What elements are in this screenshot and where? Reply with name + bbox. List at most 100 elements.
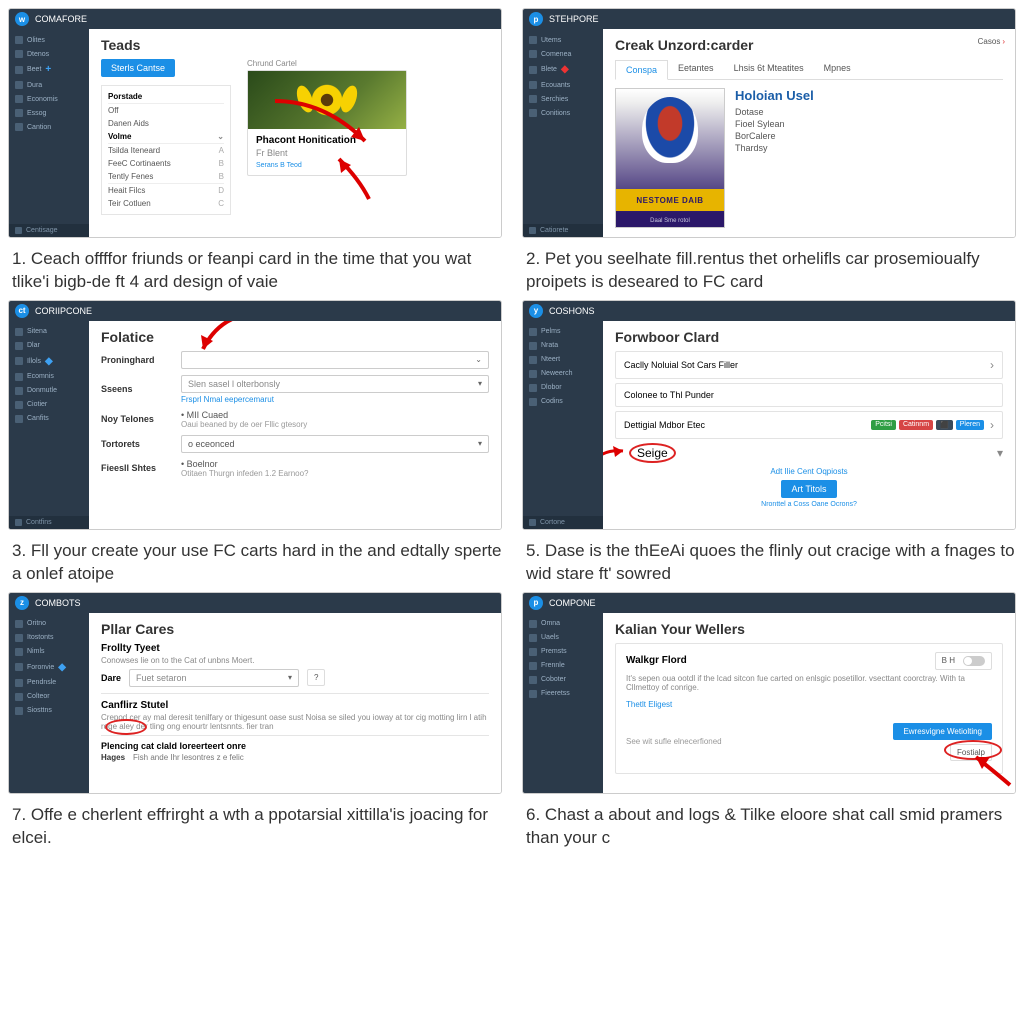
select-input[interactable]: o eceonced▾	[181, 435, 489, 453]
page-title: Creak Unzord:carder	[615, 37, 1003, 53]
sidebar-item[interactable]: Coboter	[523, 673, 603, 687]
step-caption: 7. Offe e cherlent effrirght a wth a ppo…	[8, 800, 502, 850]
brand-logo-icon: y	[529, 304, 543, 318]
page-title: Folatice	[101, 329, 489, 345]
face-graphic-icon	[642, 97, 698, 163]
sidebar-item[interactable]: Premsts	[523, 645, 603, 659]
sidebar-item[interactable]: Nteert	[523, 353, 603, 367]
menu-icon	[15, 95, 23, 103]
menu-icon	[15, 81, 23, 89]
plus-icon: ◆	[45, 356, 53, 367]
primary-button[interactable]: Ewresvigne Wetiolting	[893, 723, 992, 740]
chevron-down-icon: ▾	[288, 673, 292, 682]
primary-action-button[interactable]: Art Titols	[781, 480, 836, 498]
brand-name: COSHONS	[549, 306, 595, 316]
sidebar-item[interactable]: Nimls	[9, 645, 89, 659]
sidebar-item[interactable]: Dtenos	[9, 47, 89, 61]
preview-card[interactable]: Phacont Honitication Fr Blent Serans B T…	[247, 70, 407, 176]
sidebar-item[interactable]: Pendnsle	[9, 676, 89, 690]
date-select[interactable]: Fuet setaron▾	[129, 669, 299, 687]
sidebar-item[interactable]: Cantion	[9, 120, 89, 134]
select-input[interactable]: Slen sasel l olterbonsly▾	[181, 375, 489, 393]
card-link[interactable]: Thetlt Eligest	[626, 700, 992, 709]
sidebar-item[interactable]: Olites	[9, 33, 89, 47]
tab[interactable]: Lhsis 6t Mteatites	[724, 59, 814, 79]
list-row[interactable]: Dettigial Mdbor Etec Pcitsi Catinnm ⬛ Pl…	[615, 411, 1003, 439]
chevron-right-icon: ›	[990, 418, 994, 432]
sidebar-item[interactable]: Uaels	[523, 631, 603, 645]
select-input[interactable]: ⌄	[181, 351, 489, 369]
sidebar-item[interactable]: Frennle	[523, 659, 603, 673]
sidebar-item[interactable]: Omna	[523, 617, 603, 631]
card-body-text: It's sepen oua ootdl if the lcad sitcon …	[626, 674, 992, 692]
sidebar-item[interactable]: Nrata	[523, 339, 603, 353]
sidebar-item[interactable]: Itostonts	[9, 631, 89, 645]
sidebar-item[interactable]: Illols◆	[9, 353, 89, 370]
brand-logo-icon: p	[529, 12, 543, 26]
plus-icon: ◆	[561, 64, 569, 75]
sidebar-footer[interactable]: Catiorete	[523, 224, 603, 237]
sidebar-item[interactable]: Oritno	[9, 617, 89, 631]
create-button[interactable]: Sterls Cantse	[101, 59, 175, 77]
toggle[interactable]: B H	[935, 652, 992, 670]
sidebar-item[interactable]: Dlar	[9, 339, 89, 353]
sidebar-item[interactable]: Essog	[9, 106, 89, 120]
corner-link[interactable]: Casos›	[978, 37, 1005, 46]
annotation-circle-icon	[944, 740, 1002, 760]
circled-label[interactable]: Seige	[629, 443, 676, 463]
page-title: Forwboor Clard	[615, 329, 1003, 345]
field-hint: Frsprl Nmal eepercemarut	[181, 395, 489, 404]
sidebar-item[interactable]: Siosttns	[9, 704, 89, 718]
helper-box[interactable]: ?	[307, 669, 325, 686]
section-subtitle: Frollty Tyeet	[101, 643, 489, 654]
sidebar-item[interactable]: Blete◆	[523, 61, 603, 78]
tab[interactable]: Conspa	[615, 60, 668, 80]
chevron-down-icon: ▾	[478, 379, 482, 388]
card-subtitle: Fr Blent	[256, 148, 398, 158]
sidebar-footer[interactable]: Cortone	[523, 516, 603, 529]
sidebar-item[interactable]: Conitions	[523, 106, 603, 120]
sidebar-item[interactable]: Economis	[9, 92, 89, 106]
footer-link[interactable]: Nronttel a Coss Oane Ocrons?	[615, 501, 1003, 508]
step-caption: 6. Chast a about and logs & Tilke eloore…	[522, 800, 1016, 850]
sidebar-item[interactable]: Ecouants	[523, 78, 603, 92]
sidebar-item[interactable]: Neweerch	[523, 367, 603, 381]
sidebar-item[interactable]: Utems	[523, 33, 603, 47]
sidebar: Olites Dtenos Beet+ Dura Economis Essog …	[9, 29, 89, 237]
card-image	[248, 71, 406, 129]
sidebar-item[interactable]: Fieeretss	[523, 687, 603, 701]
sidebar-item[interactable]: Sitena	[9, 325, 89, 339]
sidebar-footer[interactable]: Contfins	[9, 516, 89, 529]
sidebar-item[interactable]: Dura	[9, 78, 89, 92]
topbar: p STEHPORE	[523, 9, 1015, 29]
sidebar-item[interactable]: Dlobor	[523, 381, 603, 395]
poster-band: NESTOME DAIB	[616, 189, 724, 211]
sidebar-item[interactable]: Ecomnis	[9, 370, 89, 384]
topbar: w COMAFORE	[9, 9, 501, 29]
tab[interactable]: Mpnes	[814, 59, 861, 79]
page-title: Kalian Your Wellers	[615, 621, 1003, 637]
sidebar-item[interactable]: Pelms	[523, 325, 603, 339]
card-link[interactable]: Serans B Teod	[256, 162, 398, 169]
brand-name: CORIIPCONE	[35, 306, 92, 316]
tab[interactable]: Eetantes	[668, 59, 724, 79]
profile-name: Holoian Usel	[735, 88, 814, 103]
sidebar-footer[interactable]: Centisage	[9, 224, 89, 237]
step-caption: 2. Pet you seelhate fill.rentus thet orh…	[522, 244, 1016, 294]
sidebar-item[interactable]: Foronvie◆	[9, 659, 89, 676]
sidebar-item[interactable]: Colteor	[9, 690, 89, 704]
list-header: Porstade	[108, 92, 142, 101]
list-row[interactable]: Colonee to Thl Punder	[615, 383, 1003, 407]
add-link[interactable]: Adt Ilie Cent Oqpiosts	[615, 467, 1003, 476]
sidebar-item[interactable]: Donmutle	[9, 384, 89, 398]
poster-footer: Daal Sme rotol	[650, 218, 690, 224]
sidebar-item[interactable]: Serchies	[523, 92, 603, 106]
sidebar-item[interactable]: Canfits	[9, 412, 89, 426]
sidebar-item[interactable]: Ciotier	[9, 398, 89, 412]
list-row[interactable]: Caclly Noluial Sot Cars Filler›	[615, 351, 1003, 379]
sidebar-item[interactable]: Beet+	[9, 61, 89, 78]
section-subtitle: Canflirz Stutel	[101, 700, 489, 711]
sidebar-item[interactable]: Codins	[523, 395, 603, 409]
sidebar-item[interactable]: Comenea	[523, 47, 603, 61]
brand-name: COMAFORE	[35, 14, 87, 24]
